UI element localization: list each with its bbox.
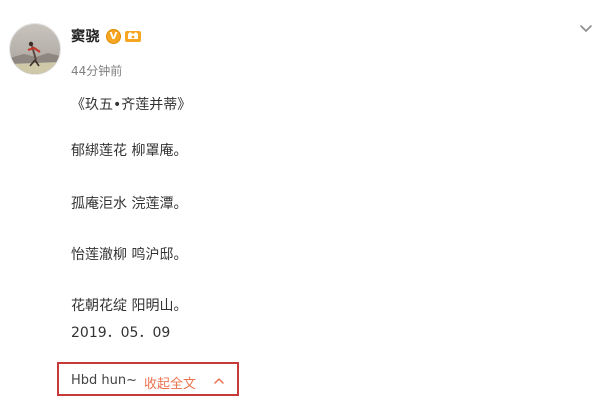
poem-line: 花朝花绽 阳明山。 <box>71 298 188 314</box>
weibo-post-card: 窦骁 V 44分钟前 《玖五•齐莲并蒂》 郁綁莲花 柳罩庵。 孤庵洰水 浣莲潭。… <box>0 0 600 400</box>
chevron-up-icon[interactable] <box>213 376 225 386</box>
verified-v-icon[interactable]: V <box>106 28 121 44</box>
fan-badge-icon[interactable] <box>124 29 142 43</box>
avatar-photo <box>10 24 60 74</box>
poem-line: 怡莲澈柳 鸣沪邸。 <box>71 247 188 263</box>
poem-line: 孤庵洰水 浣莲潭。 <box>71 196 188 212</box>
poem-line: 郁綁莲花 柳罩庵。 <box>71 143 188 159</box>
author-row: 窦骁 V <box>71 26 142 46</box>
chevron-down-icon[interactable] <box>578 21 594 37</box>
post-date: 2019．05．09 <box>71 325 171 341</box>
avatar[interactable] <box>9 23 61 75</box>
author-name[interactable]: 窦骁 <box>71 26 100 46</box>
post-timestamp[interactable]: 44分钟前 <box>71 62 122 79</box>
poem-title: 《玖五•齐莲并蒂》 <box>71 97 192 113</box>
collapse-full-text-link[interactable]: 收起全文 <box>144 373 196 392</box>
post-tail-text: Hbd hun~ <box>71 373 138 388</box>
